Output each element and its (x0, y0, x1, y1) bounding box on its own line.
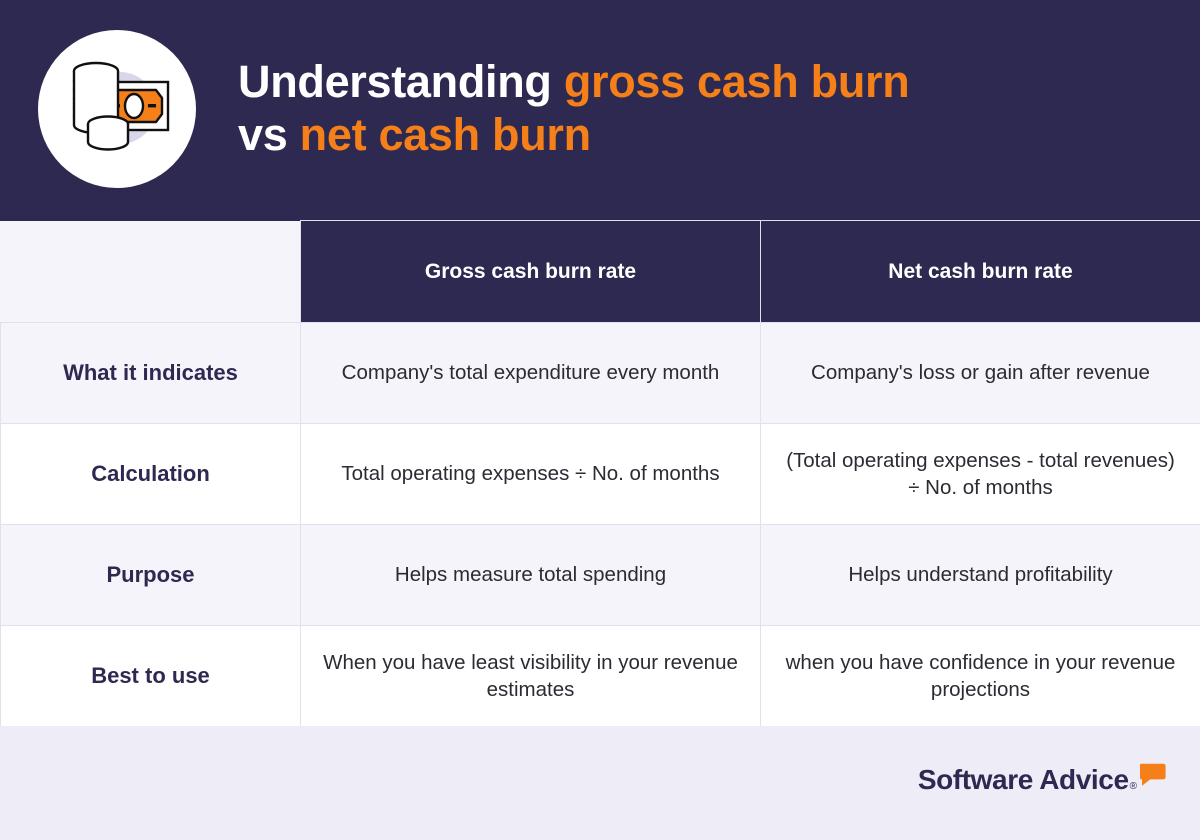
row-label-purpose: Purpose (0, 524, 301, 626)
cell-net-what-it-indicates: Company's loss or gain after revenue (760, 322, 1200, 424)
cash-and-coins-icon (38, 30, 196, 188)
footer: Software Advice ® (0, 726, 1200, 840)
hero-banner: Understanding gross cash burn vs net cas… (0, 0, 1200, 220)
logo-wordmark: Software Advice (917, 764, 1129, 795)
table-header: Gross cash burn rate Net cash burn rate (0, 220, 1200, 323)
table-row: What it indicates Company's total expend… (0, 322, 1200, 424)
cell-gross-best-to-use: When you have least visibility in your r… (300, 625, 761, 727)
row-label-calculation: Calculation (0, 423, 301, 525)
cell-gross-calculation: Total operating expenses ÷ No. of months (300, 423, 761, 525)
column-header-net: Net cash burn rate (760, 220, 1200, 323)
title-line-2-accent: net cash burn (299, 108, 591, 160)
table-header-row: Gross cash burn rate Net cash burn rate (0, 220, 1200, 323)
cell-net-best-to-use: when you have confidence in your revenue… (760, 625, 1200, 727)
cell-net-calculation: (Total operating expenses - total revenu… (760, 423, 1200, 525)
title-line-2-plain: vs (238, 108, 300, 160)
title-line-1-accent: gross cash burn (563, 56, 910, 107)
page-title: Understanding gross cash burn vs net cas… (238, 56, 1168, 161)
software-advice-logo: Software Advice ® (917, 763, 1166, 795)
cell-gross-what-it-indicates: Company's total expenditure every month (300, 322, 761, 424)
cell-gross-purpose: Helps measure total spending (300, 524, 761, 626)
table-row: Purpose Helps measure total spending Hel… (0, 524, 1200, 626)
speech-bubble-icon (1140, 763, 1166, 786)
row-label-best-to-use: Best to use (0, 625, 301, 727)
cell-net-purpose: Helps understand profitability (760, 524, 1200, 626)
table-row: Best to use When you have least visibili… (0, 625, 1200, 727)
row-label-what-it-indicates: What it indicates (0, 322, 301, 424)
registered-trademark-icon: ® (1129, 781, 1137, 792)
table-row: Calculation Total operating expenses ÷ N… (0, 423, 1200, 525)
column-header-gross: Gross cash burn rate (300, 220, 761, 323)
comparison-table: Gross cash burn rate Net cash burn rate … (0, 220, 1200, 727)
title-line-1-plain: Understanding (238, 56, 564, 107)
cash-and-coins-glyph (72, 61, 170, 151)
table-corner-cell (0, 220, 301, 323)
table-body: What it indicates Company's total expend… (0, 322, 1200, 727)
